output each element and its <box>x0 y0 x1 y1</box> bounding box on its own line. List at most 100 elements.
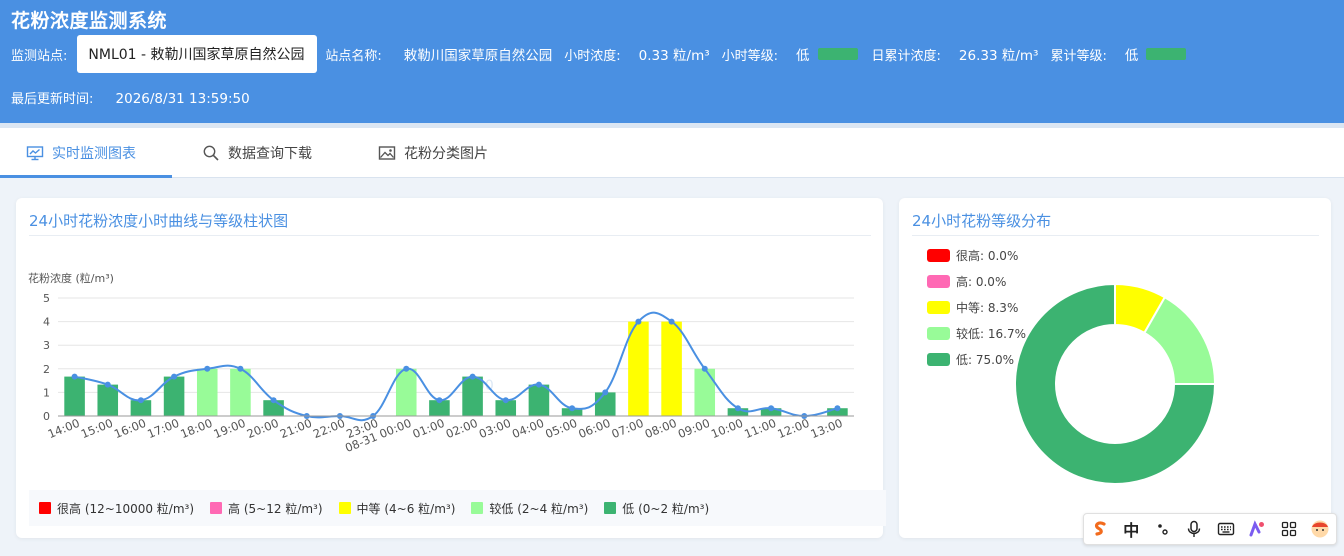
day-conc-value: 26.33 粒/m³ <box>958 48 1039 64</box>
legend-item[interactable]: 高 (5~12 粒/m³) <box>210 500 323 517</box>
legend-label: 中等 (4~6 粒/m³) <box>356 501 456 516</box>
ime-toolbar: 中 <box>1083 513 1337 545</box>
data-point[interactable] <box>768 405 775 412</box>
tab-label: 数据查询下载 <box>228 146 312 162</box>
legend-item[interactable]: 低 (0~2 粒/m³) <box>604 500 709 517</box>
data-point[interactable] <box>469 373 476 380</box>
bar[interactable] <box>196 368 218 416</box>
tab-data-query[interactable]: 数据查询下载 <box>202 128 312 178</box>
bar[interactable] <box>628 321 649 416</box>
legend-swatch <box>927 248 950 262</box>
bar[interactable] <box>395 368 417 416</box>
legend-item[interactable]: 中等 (4~6 粒/m³) <box>338 500 456 517</box>
bar[interactable] <box>594 392 616 416</box>
hour-conc-value: 0.33 粒/m³ <box>638 48 710 64</box>
pie-slice[interactable] <box>1114 282 1167 335</box>
x-tick-label: 02:00 <box>444 416 480 441</box>
data-point[interactable] <box>104 381 111 388</box>
data-point[interactable] <box>668 318 675 325</box>
bar[interactable] <box>462 376 483 416</box>
legend-swatch <box>210 502 223 514</box>
data-point[interactable] <box>71 373 78 380</box>
legend-label: 低 (0~2 粒/m³) <box>622 501 710 516</box>
pie-slice[interactable] <box>1143 295 1217 385</box>
data-point[interactable] <box>436 397 443 404</box>
station-select[interactable]: NML01 - 敕勒川国家草原自然公园 <box>77 35 318 73</box>
microphone-icon[interactable] <box>1181 516 1207 542</box>
tab-label: 花粉分类图片 <box>404 146 488 162</box>
x-tick-label: 22:00 <box>311 416 347 441</box>
data-point[interactable] <box>602 389 609 396</box>
bar[interactable] <box>694 368 716 416</box>
punctuation-icon[interactable] <box>1150 516 1176 542</box>
data-point[interactable] <box>569 405 576 412</box>
x-tick-label: 13:00 <box>809 416 845 441</box>
legend-label: 高: 0.0% <box>956 274 1007 289</box>
bar[interactable] <box>230 368 251 416</box>
hourly-chart-card: 24小时花粉浓度小时曲线与等级柱状图 花粉浓度 (粒/m³) 00 012345… <box>16 198 886 538</box>
data-point[interactable] <box>204 365 211 372</box>
x-tick-label: 06:00 <box>576 416 612 441</box>
data-point[interactable] <box>734 405 741 412</box>
legend-swatch <box>927 352 950 366</box>
data-point[interactable] <box>535 381 542 388</box>
x-tick-label: 20:00 <box>245 416 281 441</box>
pie-legend-item[interactable]: 很高: 0.0% <box>927 242 1026 268</box>
pie-legend-item[interactable]: 高: 0.0% <box>927 268 1026 294</box>
data-point[interactable] <box>270 397 277 404</box>
x-tick-label: 18:00 <box>178 416 214 441</box>
station-name-value: 敕勒川国家草原自然公园 <box>403 48 553 64</box>
level-legend: 很高 (12~10000 粒/m³) 高 (5~12 粒/m³) 中等 (4~6 粒… <box>29 490 886 526</box>
update-label: 最后更新时间: <box>11 92 94 107</box>
tab-realtime-chart[interactable]: 实时监测图表 <box>26 128 136 178</box>
card-title: 24小时花粉等级分布 <box>912 212 1052 230</box>
pie-slice[interactable] <box>1014 282 1217 485</box>
day-level-bar <box>1146 48 1187 60</box>
legend-label: 中等: 8.3% <box>956 300 1019 315</box>
x-tick-label: 01:00 <box>411 416 447 441</box>
data-point[interactable] <box>137 397 144 404</box>
x-tick-label: 07:00 <box>610 416 646 441</box>
sogou-logo-icon[interactable] <box>1087 516 1113 542</box>
x-tick-label: 19:00 <box>212 416 248 441</box>
x-tick-label: 08:00 <box>643 416 679 441</box>
bar[interactable] <box>661 321 682 416</box>
data-point[interactable] <box>834 405 841 412</box>
data-point[interactable] <box>171 373 178 380</box>
grid-menu-icon[interactable] <box>1276 516 1302 542</box>
hour-level-bar <box>817 48 858 60</box>
keyboard-icon[interactable] <box>1213 516 1239 542</box>
legend-swatch <box>604 502 617 514</box>
day-level-label: 累计等级: <box>1050 48 1107 64</box>
tab-pollen-images[interactable]: 花粉分类图片 <box>378 128 488 178</box>
hourly-bar-line-chart: 花粉浓度 (粒/m³) 00 012345 14:0015:0016:0017:… <box>28 271 854 455</box>
ime-lang-toggle[interactable]: 中 <box>1118 516 1144 542</box>
day-level-value: 低 <box>1124 48 1139 64</box>
avatar-icon[interactable] <box>1307 516 1333 542</box>
data-point[interactable] <box>237 365 244 372</box>
search-icon <box>203 145 219 161</box>
legend-item[interactable]: 较低 (2~4 粒/m³) <box>471 500 588 517</box>
data-point[interactable] <box>403 365 410 372</box>
data-point[interactable] <box>701 365 708 372</box>
pie-legend-item[interactable]: 较低: 16.7% <box>927 320 1026 346</box>
data-point[interactable] <box>635 318 642 325</box>
bar[interactable] <box>528 384 550 416</box>
y-tick-label: 0 <box>43 410 50 423</box>
station-label: 监测站点: <box>11 48 68 64</box>
legend-item[interactable]: 很高 (12~10000 粒/m³) <box>39 500 194 517</box>
x-tick-label: 17:00 <box>145 416 181 441</box>
bar[interactable] <box>64 376 85 416</box>
pie-legend-item[interactable]: 低: 75.0% <box>927 346 1026 372</box>
y-tick-label: 4 <box>43 316 50 329</box>
legend-label: 较低 (2~4 粒/m³) <box>489 501 589 516</box>
legend-swatch <box>927 274 950 288</box>
hour-conc-label: 小时浓度: <box>564 48 621 64</box>
skin-icon[interactable] <box>1244 516 1270 542</box>
legend-swatch <box>338 502 351 514</box>
pie-legend: 很高: 0.0% 高: 0.0% 中等: 8.3% 较低: 16.7% 低: 75.0% <box>927 242 1026 372</box>
pie-legend-item[interactable]: 中等: 8.3% <box>927 294 1026 320</box>
y-axis-label: 花粉浓度 (粒/m³) <box>28 271 114 285</box>
data-point[interactable] <box>502 397 509 404</box>
legend-label: 低: 75.0% <box>956 352 1014 367</box>
